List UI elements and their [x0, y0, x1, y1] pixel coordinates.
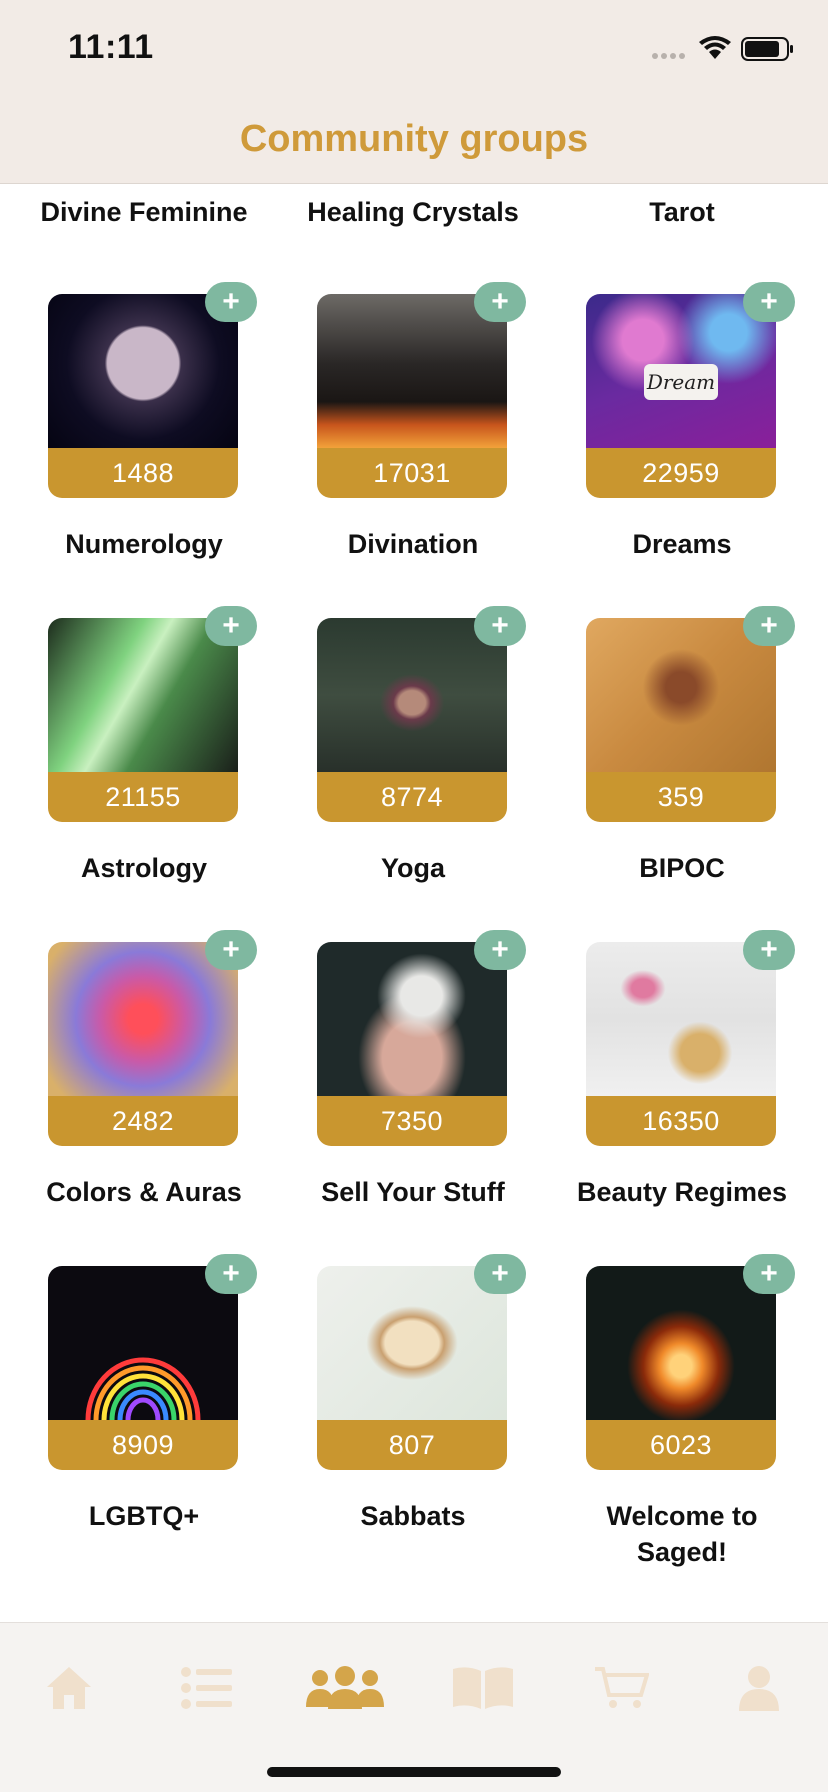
cellular-signal-icon: [652, 53, 685, 59]
rainbow-art: [85, 1357, 201, 1421]
community-icon: [306, 1666, 384, 1709]
member-count: 21155: [48, 772, 238, 822]
member-count: 2482: [48, 1096, 238, 1146]
tab-list[interactable]: [162, 1653, 252, 1723]
member-count: 807: [317, 1420, 507, 1470]
member-count: 6023: [586, 1420, 776, 1470]
group-name: Sabbats: [360, 1501, 466, 1531]
member-count: 7350: [317, 1096, 507, 1146]
group-name: Tarot: [649, 197, 715, 227]
group-name: BIPOC: [639, 853, 725, 883]
group-name: Healing Crystals: [307, 197, 519, 227]
join-group-button[interactable]: +: [743, 282, 795, 322]
status-bar: 11:11: [0, 0, 828, 100]
smoke-hands-image: [317, 942, 507, 1096]
member-count: 8909: [48, 1420, 238, 1470]
tab-community[interactable]: [300, 1653, 390, 1723]
page-title: Community groups: [239, 118, 589, 160]
cauldron-image: [317, 294, 507, 448]
join-group-button[interactable]: +: [205, 282, 257, 322]
group-name: Colors & Auras: [46, 1177, 242, 1207]
join-group-button[interactable]: +: [474, 1254, 526, 1294]
profile-icon: [739, 1666, 779, 1711]
campfire-image: [586, 1266, 776, 1420]
groups-grid[interactable]: 24615 Divine Feminine 41591 Healing Crys…: [0, 184, 828, 1622]
group-name: Welcome to Saged!: [606, 1501, 758, 1567]
group-name: LGBTQ+: [88, 1501, 200, 1531]
book-icon: [453, 1667, 513, 1709]
nav-header: Community groups: [0, 100, 828, 184]
cart-icon: [595, 1667, 649, 1708]
wifi-icon: [699, 36, 731, 59]
hands-sand-image: [586, 618, 776, 772]
aurora-image: [48, 618, 238, 772]
member-count: 359: [586, 772, 776, 822]
tab-bar: [0, 1622, 828, 1792]
home-indicator: [267, 1767, 561, 1777]
join-group-button[interactable]: +: [743, 606, 795, 646]
group-name: Yoga: [380, 853, 445, 883]
group-name: Divine Feminine: [40, 197, 248, 227]
group-name: Sell Your Stuff: [321, 1177, 505, 1207]
dream-card-text: Dream: [644, 364, 718, 400]
group-name: Beauty Regimes: [576, 1177, 788, 1207]
member-count: 8774: [317, 772, 507, 822]
join-group-button[interactable]: +: [743, 1254, 795, 1294]
tab-shop[interactable]: [576, 1653, 666, 1723]
dream-glitter-image: Dream: [586, 294, 776, 448]
battery-icon: [741, 37, 793, 61]
wheel-of-year-image: [317, 1266, 507, 1420]
aura-image: [48, 942, 238, 1096]
home-icon: [47, 1667, 91, 1709]
tab-profile[interactable]: [714, 1653, 804, 1723]
join-group-button[interactable]: +: [205, 606, 257, 646]
tab-library[interactable]: [438, 1653, 528, 1723]
beauty-products-image: [586, 942, 776, 1096]
yoga-image: [317, 618, 507, 772]
neon-rainbow-image: [48, 1266, 238, 1421]
status-time: 11:11: [68, 28, 154, 66]
group-name: Dreams: [632, 529, 732, 559]
join-group-button[interactable]: +: [474, 930, 526, 970]
list-icon: [181, 1667, 232, 1709]
member-count: 17031: [317, 448, 507, 498]
join-group-button[interactable]: +: [205, 930, 257, 970]
group-name: Divination: [347, 529, 479, 559]
member-count: 1488: [48, 448, 238, 498]
group-name: Astrology: [80, 853, 207, 883]
join-group-button[interactable]: +: [474, 606, 526, 646]
join-group-button[interactable]: +: [743, 930, 795, 970]
clock-image: [48, 294, 238, 448]
join-group-button[interactable]: +: [474, 282, 526, 322]
join-group-button[interactable]: +: [205, 1254, 257, 1294]
member-count: 22959: [586, 448, 776, 498]
tab-home[interactable]: [24, 1653, 114, 1723]
group-name: Numerology: [65, 529, 223, 559]
member-count: 16350: [586, 1096, 776, 1146]
